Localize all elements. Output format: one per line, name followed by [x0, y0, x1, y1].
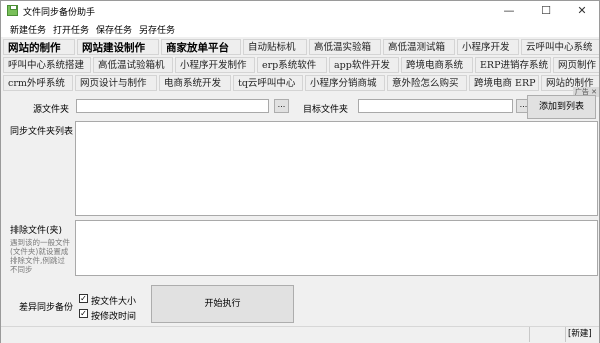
- ad-link[interactable]: ERP进销存系统: [475, 57, 551, 73]
- diff-sync-label: 差异同步备份: [19, 303, 74, 313]
- ad-link[interactable]: 网页制作: [553, 57, 599, 73]
- check-size-checkbox[interactable]: ✓: [79, 294, 88, 303]
- status-cell: [529, 327, 566, 342]
- source-folder-input[interactable]: [76, 99, 269, 113]
- ad-row-2: 呼叫中心系统搭建 高低温试验箱机 小程序开发制作 erp系统软件 app软件开发…: [1, 55, 599, 75]
- ad-link[interactable]: 云呼叫中心系统: [521, 39, 599, 55]
- app-icon: [7, 5, 18, 16]
- ad-link[interactable]: 跨境电商 ERP: [469, 75, 539, 91]
- ad-link[interactable]: 意外险怎么购买: [387, 75, 467, 91]
- ad-link[interactable]: 商家放单平台: [161, 39, 241, 55]
- sync-folder-list[interactable]: [75, 121, 598, 216]
- ad-link[interactable]: 电商系统开发: [159, 75, 231, 91]
- source-folder-label: 源文件夹: [33, 105, 70, 115]
- target-folder-input[interactable]: [358, 99, 513, 113]
- ad-row-3: crm外呼系统 网页设计与制作 电商系统开发 tq云呼叫中心 小程序分销商城 意…: [1, 73, 599, 93]
- ad-link[interactable]: 高低温试验箱机: [93, 57, 173, 73]
- source-browse-button[interactable]: ...: [274, 99, 289, 113]
- menu-open-task[interactable]: 打开任务: [53, 23, 89, 36]
- target-folder-label: 目标文件夹: [303, 105, 349, 115]
- ad-link[interactable]: 网站建设制作: [77, 39, 159, 55]
- title-bar: 文件同步备份助手 — ☐ ✕: [1, 1, 599, 21]
- ad-link[interactable]: 高低温测试箱: [383, 39, 455, 55]
- ad-link[interactable]: 小程序分销商城: [305, 75, 385, 91]
- ad-link[interactable]: 高低温实验箱: [309, 39, 381, 55]
- status-mode-text: [新建]: [565, 327, 600, 342]
- ad-link[interactable]: tq云呼叫中心: [233, 75, 303, 91]
- ad-link[interactable]: 网页设计与制作: [75, 75, 157, 91]
- ad-link[interactable]: app软件开发: [329, 57, 399, 73]
- ad-link[interactable]: crm外呼系统: [3, 75, 73, 91]
- check-time-checkbox[interactable]: ✓: [79, 309, 88, 318]
- check-time-label: 按修改时间: [91, 312, 137, 322]
- sync-list-label: 同步文件夹列表: [10, 127, 74, 137]
- menu-new-task[interactable]: 新建任务: [10, 23, 46, 36]
- close-button[interactable]: ✕: [564, 1, 600, 21]
- window-title: 文件同步备份助手: [23, 8, 96, 18]
- ad-link[interactable]: 小程序开发制作: [175, 57, 255, 73]
- maximize-button[interactable]: ☐: [528, 1, 564, 21]
- exclude-label: 排除文件(夹): [10, 226, 63, 236]
- exclude-hint-text: 遇到该的一般文件(文件夹)就设置成排除文件,例跳过不同步: [10, 238, 70, 274]
- menu-bar: 新建任务 打开任务 保存任务 另存任务: [1, 21, 599, 37]
- ad-row-1: 网站的制作 网站建设制作 商家放单平台 自动贴标机 高低温实验箱 高低温测试箱 …: [1, 37, 599, 57]
- exclude-list[interactable]: [75, 220, 598, 276]
- ad-link[interactable]: 呼叫中心系统搭建: [3, 57, 91, 73]
- app-window: 文件同步备份助手 — ☐ ✕ 新建任务 打开任务 保存任务 另存任务 网站的制作…: [0, 0, 600, 343]
- check-size-label: 按文件大小: [91, 297, 137, 307]
- ad-link[interactable]: 小程序开发: [457, 39, 519, 55]
- add-to-list-button[interactable]: 添加到列表: [527, 95, 596, 119]
- minimize-button[interactable]: —: [491, 1, 527, 21]
- ad-link[interactable]: erp系统软件: [257, 57, 327, 73]
- menu-save-as-task[interactable]: 另存任务: [139, 23, 175, 36]
- status-bar: [新建]: [1, 326, 599, 343]
- ad-link[interactable]: 自动贴标机: [243, 39, 307, 55]
- ad-link[interactable]: 网站的制作: [3, 39, 75, 55]
- ad-link[interactable]: 跨境电商系统: [401, 57, 473, 73]
- start-execute-button[interactable]: 开始执行: [151, 285, 294, 323]
- menu-save-task[interactable]: 保存任务: [96, 23, 132, 36]
